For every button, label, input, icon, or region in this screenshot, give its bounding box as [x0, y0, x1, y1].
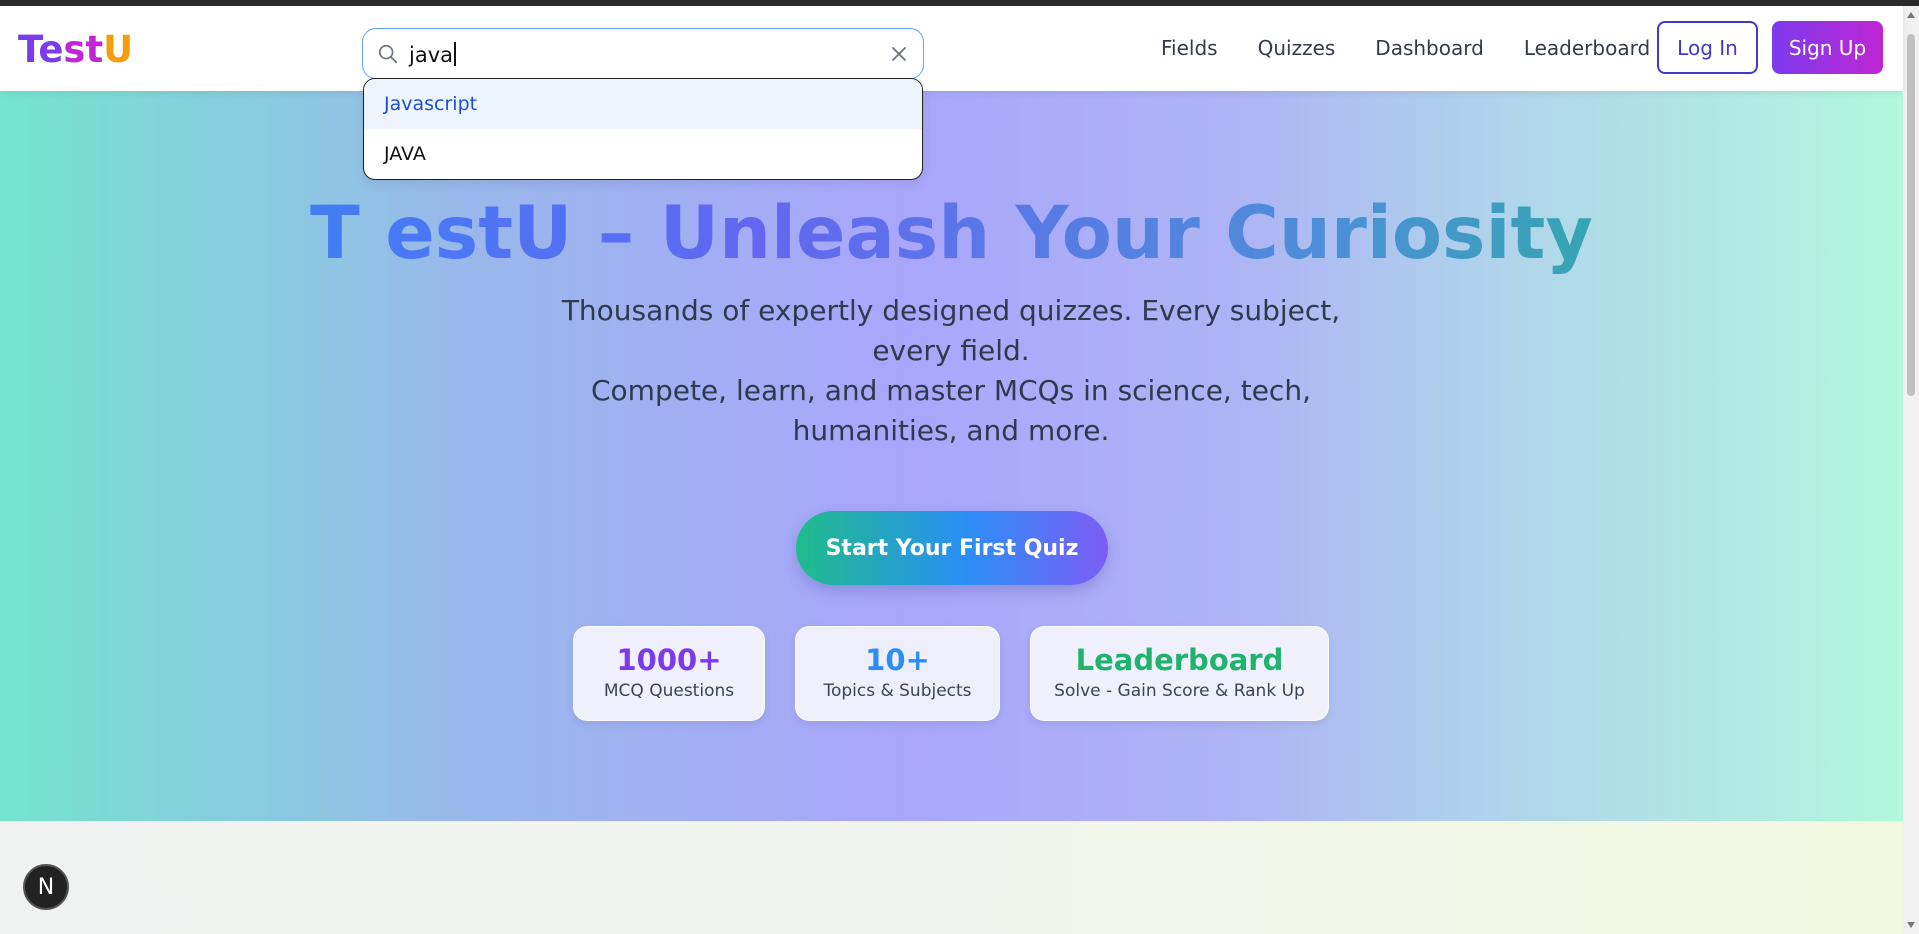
nav-link-leaderboard[interactable]: Leaderboard: [1524, 36, 1650, 60]
hero-subtitle: Thousands of expertly designed quizzes. …: [530, 291, 1372, 451]
text-caret: [454, 42, 456, 66]
brand-logo[interactable]: TestU: [18, 28, 133, 71]
stat-label: MCQ Questions: [603, 681, 735, 701]
navbar: TestU java Fields Quizzes Dashboard Lead…: [0, 6, 1903, 91]
next-section: [0, 821, 1903, 934]
stat-value: 10+: [865, 643, 930, 677]
stat-label: Topics & Subjects: [823, 681, 972, 701]
start-quiz-button[interactable]: Start Your First Quiz: [796, 511, 1108, 585]
nextjs-devtools-button[interactable]: N: [23, 864, 69, 910]
search-input-value: java: [409, 43, 453, 67]
signup-button[interactable]: Sign Up: [1772, 21, 1883, 74]
hero-subtitle-line2: Compete, learn, and master MCQs in scien…: [591, 374, 1311, 447]
suggestion-item-javascript[interactable]: Javascript: [364, 79, 922, 129]
brand-logo-part3: U: [103, 28, 134, 71]
login-button[interactable]: Log In: [1657, 21, 1758, 74]
hero-subtitle-line1: Thousands of expertly designed quizzes. …: [561, 294, 1341, 367]
search-icon: [378, 44, 398, 64]
suggestion-item-java[interactable]: JAVA: [364, 129, 922, 179]
main-nav: Fields Quizzes Dashboard Leaderboard: [1161, 36, 1690, 60]
stat-value: Leaderboard: [1075, 643, 1284, 677]
scroll-up-arrow-icon[interactable]: [1907, 12, 1915, 18]
stat-card-questions: 1000+ MCQ Questions: [573, 626, 765, 721]
nav-link-fields[interactable]: Fields: [1161, 36, 1218, 60]
stat-card-topics: 10+ Topics & Subjects: [795, 626, 1000, 721]
hero-title: T estU – Unleash Your Curiosity: [0, 191, 1903, 276]
hero-section: T estU – Unleash Your Curiosity Thousand…: [0, 91, 1903, 821]
close-icon[interactable]: [887, 42, 911, 66]
stat-value: 1000+: [616, 643, 722, 677]
search-suggestions: Javascript JAVA: [363, 78, 923, 180]
stat-label: Solve - Gain Score & Rank Up: [1054, 681, 1305, 701]
page-scrollbar[interactable]: [1903, 6, 1919, 934]
nav-link-dashboard[interactable]: Dashboard: [1375, 36, 1484, 60]
search-input[interactable]: java: [409, 42, 456, 67]
stat-card-leaderboard: Leaderboard Solve - Gain Score & Rank Up: [1030, 626, 1329, 721]
scroll-thumb[interactable]: [1907, 34, 1915, 396]
search-bar[interactable]: java: [362, 28, 924, 79]
scroll-down-arrow-icon[interactable]: [1907, 922, 1915, 928]
nav-link-quizzes[interactable]: Quizzes: [1258, 36, 1336, 60]
brand-logo-part1: Te: [18, 28, 64, 71]
brand-logo-part2: st: [63, 28, 104, 71]
